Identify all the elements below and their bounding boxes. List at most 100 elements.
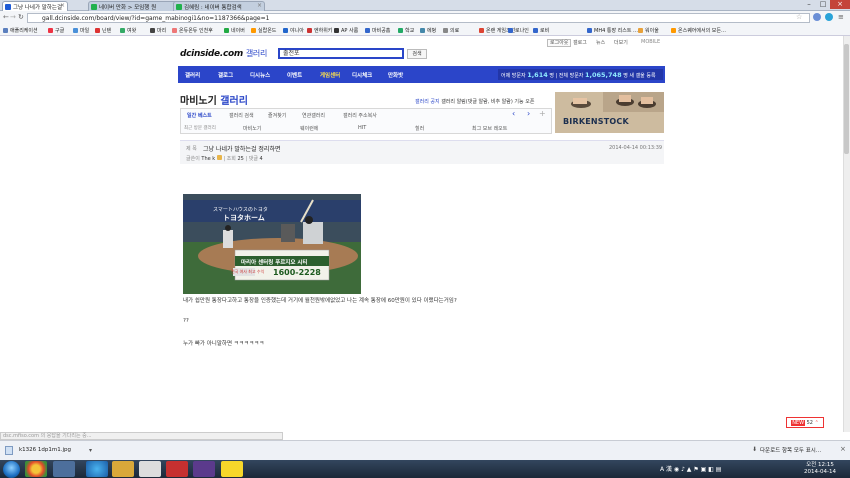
ie-taskbar-icon[interactable] [86, 461, 108, 477]
search-input[interactable]: 출전포 [278, 48, 404, 59]
bookmark-item[interactable]: AP 사룸 [334, 27, 358, 35]
recent-gallery-link[interactable]: 최그 모브 레오트 [472, 125, 507, 132]
bookmark-favicon-icon [224, 28, 229, 33]
recent-gallery-link[interactable]: 웨이런에 [300, 125, 318, 132]
gallog-link[interactable]: 갤로그 [573, 39, 587, 46]
bookmark-item[interactable]: 네이버 [224, 27, 245, 35]
tab-copy-address[interactable]: 갤러리 주소복사 [343, 112, 377, 119]
extension-icon[interactable] [825, 13, 833, 21]
taskbar-clock[interactable]: 오전 12:15 2014-04-14 [804, 462, 836, 476]
extension-icon[interactable] [813, 13, 821, 21]
post-image[interactable]: スマートハウスのトヨタ トヨタホーム 마리아 센터링 푸르지오 시티 전국 여사… [183, 194, 361, 294]
bookmark-favicon-icon [508, 28, 513, 33]
bookmark-star-icon[interactable]: ☆ [796, 13, 802, 21]
tab-favorites[interactable]: 즐겨찾기 [268, 112, 286, 119]
chevron-down-icon[interactable]: ▾ [89, 447, 92, 454]
post-views: 25 [237, 156, 244, 162]
nav-comics[interactable]: 만화밧 [388, 71, 403, 79]
advertisement-banner[interactable]: BIRKENSTOCK [555, 92, 664, 133]
gallery-title[interactable]: 마비노기 갤러리 [180, 92, 248, 107]
folder-taskbar-icon[interactable] [112, 461, 134, 477]
back-icon[interactable]: ← [3, 13, 9, 21]
bookmark-item[interactable]: 온스퀘어에서의 모든… [671, 27, 726, 35]
bookmark-item[interactable]: 닌텐 [95, 27, 111, 35]
logout-button[interactable]: 로그아웃 [547, 39, 572, 47]
ime-indicator[interactable]: A 漢 [660, 466, 672, 473]
bookmark-item[interactable]: 학교 [398, 27, 414, 35]
more-link[interactable]: 더보기 [614, 39, 628, 46]
post-author[interactable]: The k [201, 156, 215, 162]
chrome-taskbar-icon[interactable] [25, 461, 47, 477]
bookmark-item[interactable]: 엔하위키 [307, 27, 332, 35]
browser-tab[interactable]: 그냥 나네가 말하는걸 × [2, 1, 68, 11]
nav-gallery[interactable]: 갤러리 [185, 71, 200, 79]
bookmark-item[interactable]: 마일 [73, 27, 89, 35]
visitor-label: 명 새 갤울 등록 [623, 73, 656, 79]
recent-gallery-link[interactable]: 마비노기 [243, 125, 261, 132]
close-window-icon[interactable]: × [830, 0, 850, 9]
recent-gallery-link[interactable]: HIT [358, 125, 366, 131]
visitor-label: 명 | 전체 방문자 [549, 73, 584, 79]
bookmark-item[interactable]: 야니아 [283, 27, 304, 35]
bookmark-item[interactable]: MH4 통장 리스트 … [587, 27, 638, 35]
bookmark-item[interactable]: 의료 [443, 27, 459, 35]
tab-daily-best[interactable]: 일간 베스트 [187, 112, 212, 119]
gallog-icon[interactable] [216, 155, 222, 160]
menu-icon[interactable]: ≡ [838, 13, 844, 21]
new-count: 52 [806, 420, 813, 426]
site-logo[interactable]: dcinside.com 갤러리 [180, 48, 267, 59]
bookmark-item[interactable]: 로나인 [508, 27, 529, 35]
next-arrow-icon[interactable]: › [527, 109, 530, 118]
nav-dc-check[interactable]: 디시체크 [352, 71, 372, 79]
add-icon[interactable]: + [539, 109, 546, 118]
maximize-icon[interactable]: □ [816, 0, 830, 9]
nav-news[interactable]: 디시뉴스 [250, 71, 270, 79]
bookmark-item[interactable]: 마비공홈 [365, 27, 390, 35]
bookmark-item[interactable]: 애플리케이션 [3, 27, 38, 35]
close-tab-icon[interactable]: × [60, 2, 65, 9]
bookmark-label: 애플리케이션 [10, 28, 38, 34]
scrollbar-thumb[interactable] [844, 44, 849, 154]
post-body-line: 내가 쉽만원 통장다고하고 통장을 인증했는데 거기에 월천원밖에없었고 나는 … [183, 298, 457, 304]
app-taskbar-icon[interactable] [139, 461, 161, 477]
forward-icon[interactable]: → [10, 13, 16, 21]
app-taskbar-icon[interactable] [166, 461, 188, 477]
bookmark-item[interactable]: 구글 [48, 27, 64, 35]
system-tray[interactable]: A 漢 ◉ ♪ ▲ ⚑ ▣ ◧ ▤ [660, 464, 721, 473]
show-all-downloads-link[interactable]: 다운로드 항목 모두 표시... [760, 446, 821, 454]
bookmark-item[interactable]: 로비 [533, 27, 549, 35]
tab-gallery-search[interactable]: 갤러리 검색 [229, 112, 254, 119]
recent-gallery-link[interactable]: 힐러 [415, 125, 424, 132]
browser-tab[interactable]: 김혜림 : 네이버 통합검색 × [173, 1, 265, 11]
bookmark-favicon-icon [95, 28, 100, 33]
search-button[interactable]: 검색 [407, 49, 427, 59]
explorer-taskbar-icon[interactable] [53, 461, 75, 477]
url-input[interactable]: gall.dcinside.com/board/view/?id=game_ma… [27, 13, 810, 23]
bookmark-item[interactable]: 워이울 [638, 27, 659, 35]
bookmark-item[interactable]: 온듀온듀 인천후 [172, 27, 213, 35]
bookmark-item[interactable]: 마리 [150, 27, 166, 35]
news-link[interactable]: 뉴스 [596, 39, 605, 46]
start-button[interactable] [3, 461, 20, 478]
prev-arrow-icon[interactable]: ‹ [512, 109, 515, 118]
minimize-icon[interactable]: – [802, 0, 816, 9]
gallery-notice[interactable]: 갤러리 공지 갤러리 알림(댓글 알람, 비추 알람) 기능 오픈 [415, 98, 534, 105]
download-item[interactable]: k1326 1dp1m1.jpg [2, 444, 86, 457]
close-tab-icon[interactable]: × [257, 2, 262, 9]
tab-related-gallery[interactable]: 연관갤러리 [302, 112, 325, 119]
reload-icon[interactable]: ↻ [18, 13, 24, 21]
nav-game-center[interactable]: 게임센터 [320, 71, 340, 79]
bookmark-item[interactable]: 에벙 [420, 27, 436, 35]
visual-studio-taskbar-icon[interactable] [193, 461, 215, 477]
mobile-link[interactable]: MOBILE [641, 39, 660, 45]
bookmark-item[interactable]: 실랍온드 [251, 27, 276, 35]
bookmark-item[interactable]: 여왓 [120, 27, 136, 35]
kakaotalk-taskbar-icon[interactable] [221, 461, 243, 477]
browser-tab[interactable]: 네이버 만화 > 모임행 원× [88, 1, 180, 11]
visitor-yesterday: 1,614 [527, 71, 548, 79]
visitor-total: 1,065,748 [585, 71, 622, 79]
nav-gallog[interactable]: 갤로그 [218, 71, 233, 79]
top-button[interactable]: NEW 52 ⌃ [786, 417, 824, 428]
nav-event[interactable]: 이벤트 [287, 71, 302, 79]
close-icon[interactable]: × [840, 445, 846, 453]
